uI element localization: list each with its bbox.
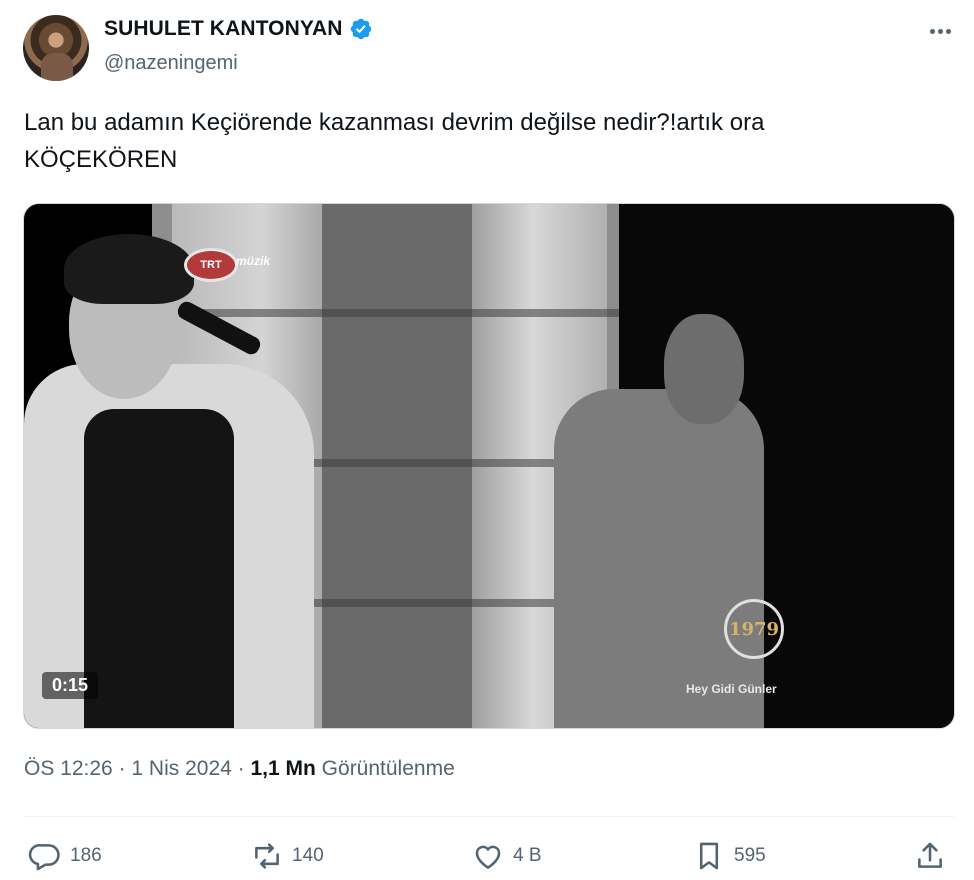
share-icon (918, 842, 942, 868)
divider (24, 816, 954, 817)
channel-label: müzik (236, 254, 271, 268)
tweet-meta: ÖS 12:26 · 1 Nis 2024 · 1,1 Mn Görüntüle… (24, 757, 455, 780)
verified-badge-icon (350, 18, 371, 40)
bookmark-button[interactable]: 595 (692, 836, 766, 876)
author-display-name-row[interactable]: SUHULET KANTONYAN (104, 17, 373, 41)
video-duration: 0:15 (42, 672, 99, 699)
year-logo: 1979 (724, 599, 784, 659)
tweet-text: Lan bu adamın Keçiörende kazanması devri… (24, 109, 765, 173)
tweet-date[interactable]: 1 Nis 2024 (131, 757, 231, 780)
bookmark-icon (699, 842, 719, 870)
retweet-count: 140 (292, 845, 324, 866)
more-options-button[interactable] (924, 18, 956, 44)
views-label: Görüntülenme (315, 757, 455, 780)
views-count: 1,1 Mn (250, 757, 316, 780)
like-count: 4 B (513, 845, 542, 866)
like-icon (475, 845, 501, 869)
retweet-icon (255, 843, 279, 869)
reply-count: 186 (70, 845, 102, 866)
action-bar: 186 140 4 B 595 (0, 836, 974, 876)
trt-logo: TRT (184, 248, 238, 282)
program-caption: Hey Gidi Günler (686, 682, 777, 696)
tweet-time[interactable]: ÖS 12:26 (24, 757, 113, 780)
bookmark-count: 595 (734, 845, 766, 866)
author-display-name[interactable]: SUHULET KANTONYAN (104, 17, 343, 41)
reply-icon (28, 844, 60, 871)
more-icon (929, 28, 935, 34)
author-avatar[interactable] (23, 15, 89, 81)
author-handle[interactable]: @nazeningemi (104, 52, 238, 75)
retweet-button[interactable]: 140 (250, 836, 324, 876)
like-button[interactable]: 4 B (471, 836, 542, 876)
reply-button[interactable]: 186 (28, 836, 102, 876)
share-button[interactable] (913, 836, 947, 876)
video-player[interactable]: TRT müzik 1979 Hey Gidi Günler 0:15 (23, 203, 955, 729)
